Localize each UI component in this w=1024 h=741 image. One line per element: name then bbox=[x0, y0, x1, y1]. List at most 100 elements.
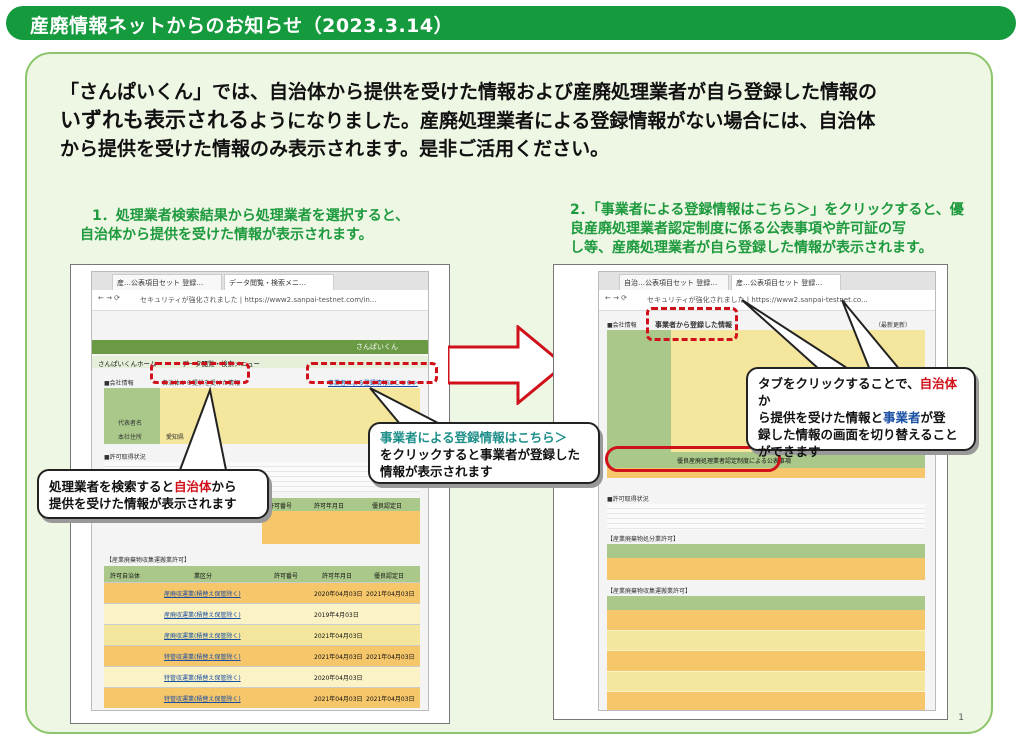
right-screenshot: 自治…公表項目セット 登録… 産…公表項目セット 登録… ← → ⟳ セキュリテ… bbox=[553, 264, 948, 720]
callout-left: 処理業者を検索すると自治体から 提供を受けた情報が表示されます bbox=[37, 469, 269, 519]
callout-right-p5: 事業者 bbox=[883, 410, 921, 425]
callout-left-p1: 処理業者を検索すると bbox=[49, 479, 175, 494]
row-kubun[interactable]: 特管収運業(積替え保管除く) bbox=[164, 694, 241, 703]
left-banner-text: さんぱいくん bbox=[356, 343, 398, 351]
right-company-label: ■会社情報 bbox=[607, 322, 637, 329]
row-date: 2021年04月03日 bbox=[314, 633, 363, 640]
right-permit-label: ■許可取得状況 bbox=[607, 496, 649, 503]
right-back-icon[interactable]: ← → ⟳ bbox=[605, 294, 627, 302]
callout-right: タブをクリックすることで、自治体か ら提供を受けた情報と事業者が登 録した情報の… bbox=[746, 367, 976, 459]
callout-mid-line2: をクリックすると事業者が登録した bbox=[380, 447, 581, 462]
row-date: 2021年04月03日 bbox=[314, 654, 363, 661]
row-kubun[interactable]: 産廃収運業(積替え保管除く) bbox=[164, 610, 241, 619]
left-urlbar[interactable]: ← → ⟳ セキュリティが強化されました | https://www2.sanp… bbox=[92, 290, 428, 311]
table-row: 特管収運業(積替え保管除く) 2021年04月03日 2021年04月03日 bbox=[104, 687, 420, 708]
table-row: 特管収運業(積替え保管除く) 2020年04月03日 bbox=[104, 666, 420, 687]
table-row: 産廃収運業(積替え保管除く) 2019年4月03日 bbox=[104, 603, 420, 624]
row-date: 2019年4月03日 bbox=[314, 612, 359, 619]
intro-line2: いずれも表示されるようになりました。産廃処理業者による登録情報がない場合には、自… bbox=[60, 106, 960, 135]
right-url: セキュリティが強化されました | https://www2.sanpai-tes… bbox=[647, 296, 868, 304]
left-list-col-no: 許可番号 bbox=[274, 573, 299, 580]
left-col-date: 許可年月日 bbox=[314, 503, 345, 510]
left-col-no: 許可番号 bbox=[268, 503, 293, 510]
right-tab-2[interactable]: 産…公表項目セット 登録… bbox=[731, 274, 841, 290]
callout-mid-line1: 事業者による登録情報はこちら＞ bbox=[380, 430, 568, 445]
callout-mid-line3: 情報が表示されます bbox=[380, 464, 493, 479]
left-list2-label: 【産業廃棄物収集運搬業許可】 bbox=[106, 557, 191, 564]
step2-line3: し等、産廃処理業者が自ら登録した情報が表示されます。 bbox=[570, 240, 933, 256]
table-row: 特管収運業(積替え保管除く) 2021年04月03日 2021年04月03日 bbox=[104, 645, 420, 666]
announcement-header: 産廃情報ネットからのお知らせ（2023.3.14） bbox=[6, 6, 1016, 40]
callout-right-p4: ら提供を受けた情報と bbox=[758, 410, 884, 425]
intro-bold: いずれも表示される bbox=[60, 108, 249, 132]
right-list1-row bbox=[607, 558, 925, 580]
callout-right-p8: ができます bbox=[758, 444, 821, 459]
step2-text: 2．「事業者による登録情報はこちら＞」をクリックすると、優 良産廃処理業者認定制… bbox=[570, 201, 964, 258]
left-nav-home[interactable]: さんぱいくんホーム bbox=[98, 358, 156, 368]
intro-line2-rest: ようになりました。産廃処理業者による登録情報がない場合には、自治体 bbox=[249, 110, 876, 132]
right-list2-rows bbox=[607, 610, 925, 710]
left-row-addr: 本社住所 bbox=[118, 434, 143, 441]
right-permit-note bbox=[607, 504, 925, 530]
right-tabbar: 自治…公表項目セット 登録… 産…公表項目セット 登録… bbox=[599, 272, 935, 290]
callout-right-p2: 自治体 bbox=[919, 376, 958, 391]
left-list-col-yuryo: 優良認定日 bbox=[374, 573, 405, 580]
row-kubun[interactable]: 特管収運業(積替え保管除く) bbox=[164, 673, 241, 682]
callout-mid: 事業者による登録情報はこちら＞ をクリックすると事業者が登録した 情報が表示され… bbox=[368, 422, 600, 484]
left-list-table: 許可自治体 業区分 許可番号 許可年月日 優良認定日 産廃収運業(積替え保管除く… bbox=[104, 566, 420, 708]
step2-line2: 良産廃処理業者認定制度に係る公表事項や許可証の写 bbox=[570, 221, 906, 237]
right-list1-header bbox=[607, 544, 925, 558]
right-list2-label: 【産業廃棄物収集運搬業許可】 bbox=[607, 588, 692, 595]
row-yuryo: 2021年04月03日 bbox=[366, 696, 415, 703]
left-tabbar: 産…公表項目セット 登録… データ閲覧・検索メニ… bbox=[92, 272, 428, 290]
row-yuryo: 2021年04月03日 bbox=[366, 591, 415, 598]
callout-right-p6: が登 bbox=[920, 410, 946, 425]
left-url: セキュリティが強化されました | https://www2.sanpai-tes… bbox=[140, 296, 377, 304]
callout-right-p3: か bbox=[758, 393, 771, 408]
highlight-tab bbox=[646, 307, 738, 341]
page-number: 1 bbox=[958, 713, 964, 723]
left-addr-val: 愛知県 bbox=[166, 434, 185, 441]
step1-text: 1．処理業者検索結果から処理業者を選択すると、 自治体から提供を受けた情報が表示… bbox=[80, 207, 410, 245]
step2-line1: 2．「事業者による登録情報はこちら＞」をクリックすると、優 bbox=[570, 202, 964, 218]
callout-left-p3: から bbox=[211, 479, 237, 494]
left-company-label: ■会社情報 bbox=[104, 380, 134, 387]
step1-line2: 自治体から提供を受けた情報が表示されます。 bbox=[80, 227, 373, 243]
row-date: 2020年04月03日 bbox=[314, 675, 363, 682]
intro-line1: 「さんぱいくん」では、自治体から提供を受けた情報および産廃処理業者が自ら登録した… bbox=[60, 81, 878, 103]
callout-right-p7: 録した情報の画面を切り替えること bbox=[758, 427, 958, 442]
callout-right-p1: タブをクリックすることで、 bbox=[758, 376, 920, 391]
left-list-col-date: 許可年月日 bbox=[322, 573, 353, 580]
row-date: 2021年04月03日 bbox=[314, 696, 363, 703]
row-kubun[interactable]: 特管収運業(積替え保管除く) bbox=[164, 652, 241, 661]
left-col-yuryo: 優良認定日 bbox=[372, 503, 403, 510]
left-col-area: 許可自治体 bbox=[110, 573, 141, 580]
callout-left-line2: 提供を受けた情報が表示されます bbox=[49, 496, 237, 511]
row-kubun[interactable]: 産廃収運業(積替え保管除く) bbox=[164, 631, 241, 640]
left-list-header: 許可自治体 業区分 許可番号 許可年月日 優良認定日 bbox=[104, 566, 420, 582]
callout-right-line1: タブをクリックすることで、自治体か bbox=[758, 375, 964, 409]
highlight-jichitai bbox=[150, 362, 250, 384]
row-kubun[interactable]: 産廃収運業(積替え保管除く) bbox=[164, 589, 241, 598]
arrow-right-icon bbox=[448, 325, 567, 405]
left-tab-2[interactable]: データ閲覧・検索メニ… bbox=[224, 274, 334, 290]
left-permit-table: 許可番号 許可年月日 優良認定日 bbox=[262, 498, 420, 544]
table-row: 産廃収運業(積替え保管除く) 2021年04月03日 bbox=[104, 624, 420, 645]
intro-line3: から提供を受けた情報のみ表示されます。是非ご活用ください。 bbox=[60, 138, 610, 160]
left-banner: さんぱいくん bbox=[92, 340, 428, 354]
callout-right-line2: ら提供を受けた情報と事業者が登 bbox=[758, 409, 964, 426]
left-row-rep: 代表者名 bbox=[118, 420, 143, 427]
left-tab-1[interactable]: 産…公表項目セット 登録… bbox=[112, 274, 222, 290]
back-icon[interactable]: ← → ⟳ bbox=[98, 294, 120, 302]
intro-text: 「さんぱいくん」では、自治体から提供を受けた情報および産廃処理業者が自ら登録した… bbox=[60, 78, 960, 163]
row-yuryo: 2021年04月03日 bbox=[366, 654, 415, 661]
left-permit-label: ■許可取得状況 bbox=[104, 454, 146, 461]
step1-line1: 1．処理業者検索結果から処理業者を選択すると、 bbox=[92, 208, 410, 224]
right-tab-1[interactable]: 自治…公表項目セット 登録… bbox=[619, 274, 729, 290]
right-list2-header bbox=[607, 596, 925, 610]
callout-left-p2: 自治体 bbox=[174, 479, 212, 494]
left-col-kubun: 業区分 bbox=[194, 573, 213, 580]
right-update-label: （最新更新） bbox=[875, 322, 912, 329]
right-list1-label: 【産業廃棄物処分業許可】 bbox=[607, 536, 680, 543]
callout-left-line1: 処理業者を検索すると自治体から bbox=[49, 478, 257, 495]
